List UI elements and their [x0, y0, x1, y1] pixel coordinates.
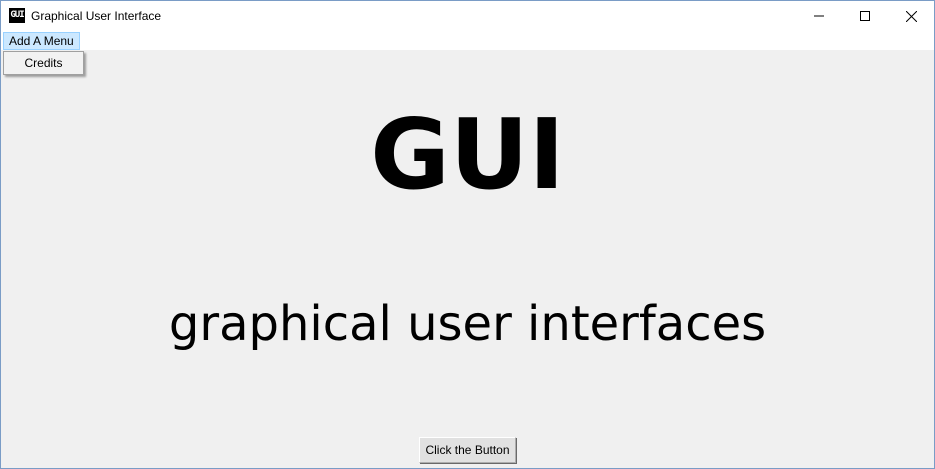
minimize-icon — [814, 15, 824, 17]
close-icon — [905, 10, 917, 22]
app-icon: GUI — [9, 8, 25, 23]
menu-bar: Add A Menu — [1, 31, 934, 50]
maximize-icon — [860, 11, 870, 21]
minimize-button[interactable] — [796, 1, 842, 31]
menu-add-a-menu[interactable]: Add A Menu — [3, 32, 80, 50]
app-window: GUI Graphical User Interface Add A Menu … — [0, 0, 935, 469]
close-button[interactable] — [888, 1, 934, 31]
title-bar[interactable]: GUI Graphical User Interface — [1, 1, 934, 31]
maximize-button[interactable] — [842, 1, 888, 31]
heading-label: GUI — [370, 98, 565, 211]
menu-item-credits[interactable]: Credits — [5, 53, 82, 73]
menu-dropdown: Credits — [3, 51, 84, 75]
subheading-label: graphical user interfaces — [168, 296, 767, 352]
click-the-button[interactable]: Click the Button — [419, 437, 516, 463]
window-title: Graphical User Interface — [31, 9, 162, 23]
